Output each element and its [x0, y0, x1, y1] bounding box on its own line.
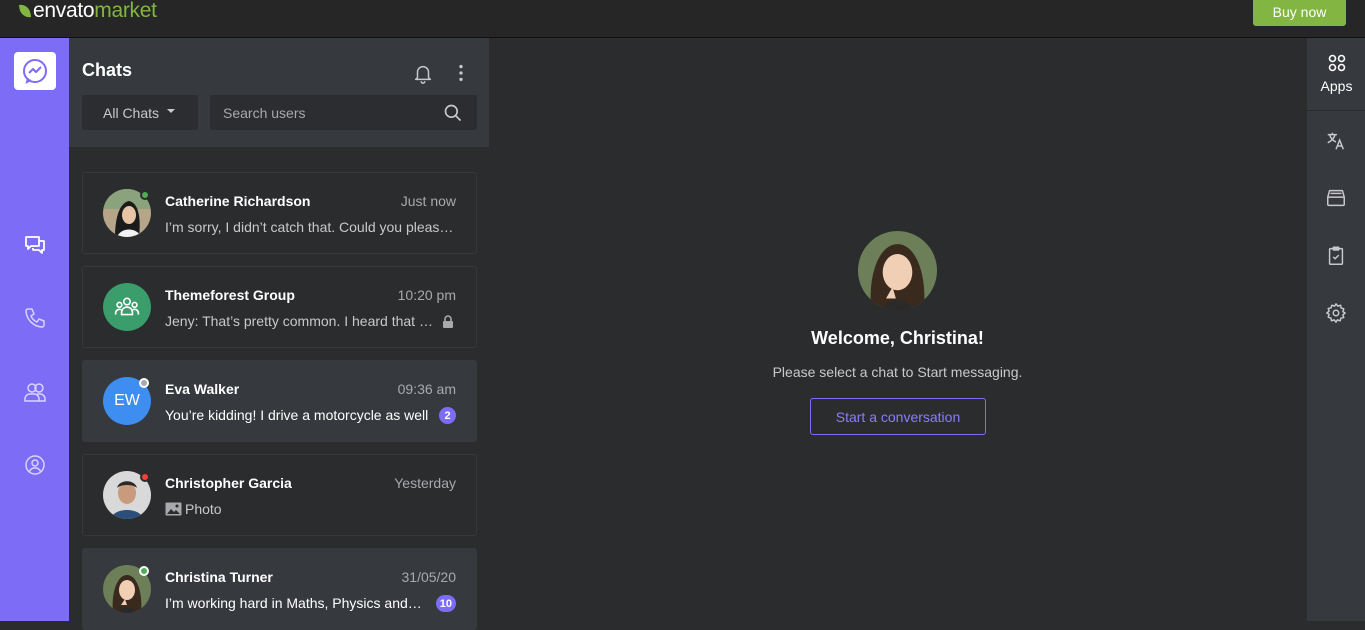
translate-icon[interactable] [1325, 130, 1347, 152]
chat-list-item[interactable]: Catherine Richardson Just now I’m sorry,… [82, 172, 477, 254]
image-icon [165, 502, 182, 516]
message-preview: I’m sorry, I didn’t catch that. Could yo… [165, 219, 455, 235]
all-chats-dropdown[interactable]: All Chats [82, 95, 198, 130]
message-time: 09:36 am [397, 381, 456, 397]
right-sidebar: Apps [1306, 38, 1365, 621]
clipboard-check-icon[interactable] [1325, 245, 1347, 267]
contact-name: Christina Turner [165, 569, 273, 585]
unread-count-badge: 2 [439, 407, 456, 424]
message-time: Yesterday [394, 475, 456, 491]
page-title: Chats [82, 60, 133, 80]
group-icon [114, 297, 140, 316]
chat-list-item[interactable]: EW Eva Walker 09:36 am You’re kidding! I… [82, 360, 477, 442]
leaf-icon [18, 3, 32, 19]
chat-list-item[interactable]: Christina Turner 31/05/20 I’m working ha… [82, 548, 477, 630]
chat-list-item[interactable]: Christopher Garcia Yesterday Photo [82, 454, 477, 536]
search-input[interactable] [210, 95, 440, 130]
user-avatar [858, 231, 937, 310]
message-preview: Jeny: That’s pretty common. I heard that… [165, 313, 435, 329]
more-options-icon[interactable] [450, 62, 472, 84]
top-bar: envato market Buy now [0, 0, 1365, 38]
contacts-icon[interactable] [22, 379, 48, 405]
left-nav-rail [0, 38, 69, 621]
phone-icon[interactable] [22, 305, 48, 331]
bell-icon[interactable] [412, 62, 434, 84]
start-conversation-button[interactable]: Start a conversation [810, 398, 986, 435]
brand-sub: market [94, 0, 157, 22]
caret-down-icon [167, 108, 176, 113]
profile-icon[interactable] [22, 452, 48, 478]
messenger-logo-icon[interactable] [14, 52, 56, 90]
unread-count-badge: 10 [435, 595, 456, 612]
contact-name: Christopher Garcia [165, 475, 292, 491]
welcome-title: Welcome, Christina! [811, 328, 984, 348]
contact-name: Catherine Richardson [165, 193, 311, 209]
message-preview-text: Photo [185, 501, 222, 517]
group-avatar [103, 283, 151, 331]
apps-icon [1328, 54, 1345, 72]
chat-list-item[interactable]: Themeforest Group 10:20 pm Jeny: That’s … [82, 266, 477, 348]
brand-main: envato [33, 0, 95, 22]
welcome-subtitle: Please select a chat to Start messaging. [772, 364, 1023, 380]
contact-name: Themeforest Group [165, 287, 295, 303]
online-status-icon [139, 566, 149, 576]
message-preview: I’m working hard in Maths, Physics and C… [165, 595, 425, 611]
archive-icon[interactable] [1325, 187, 1347, 209]
apps-label: Apps [1320, 78, 1353, 94]
message-preview: You’re kidding! I drive a motorcycle as … [165, 407, 429, 423]
apps-button[interactable]: Apps [1307, 38, 1365, 111]
contact-name: Eva Walker [165, 381, 240, 397]
main-welcome-area: Welcome, Christina! Please select a chat… [489, 38, 1306, 621]
envato-logo[interactable]: envato market [18, 0, 157, 23]
settings-icon[interactable] [1325, 302, 1347, 324]
busy-status-icon [140, 472, 150, 482]
chats-panel: Chats All Chats Search users Catherine R… [69, 38, 489, 630]
away-status-icon [139, 378, 149, 388]
chats-icon[interactable] [22, 232, 48, 258]
lock-icon [442, 315, 454, 328]
buy-now-button[interactable]: Buy now [1253, 0, 1346, 26]
message-time: 10:20 pm [397, 287, 456, 303]
message-preview: Photo [165, 501, 455, 517]
message-time: 31/05/20 [401, 569, 457, 585]
search-box [210, 95, 477, 130]
all-chats-label: All Chats [103, 104, 160, 121]
message-time: Just now [400, 193, 456, 209]
chats-panel-header: Chats All Chats [69, 38, 489, 147]
search-icon[interactable] [443, 103, 463, 123]
online-status-icon [140, 190, 150, 200]
